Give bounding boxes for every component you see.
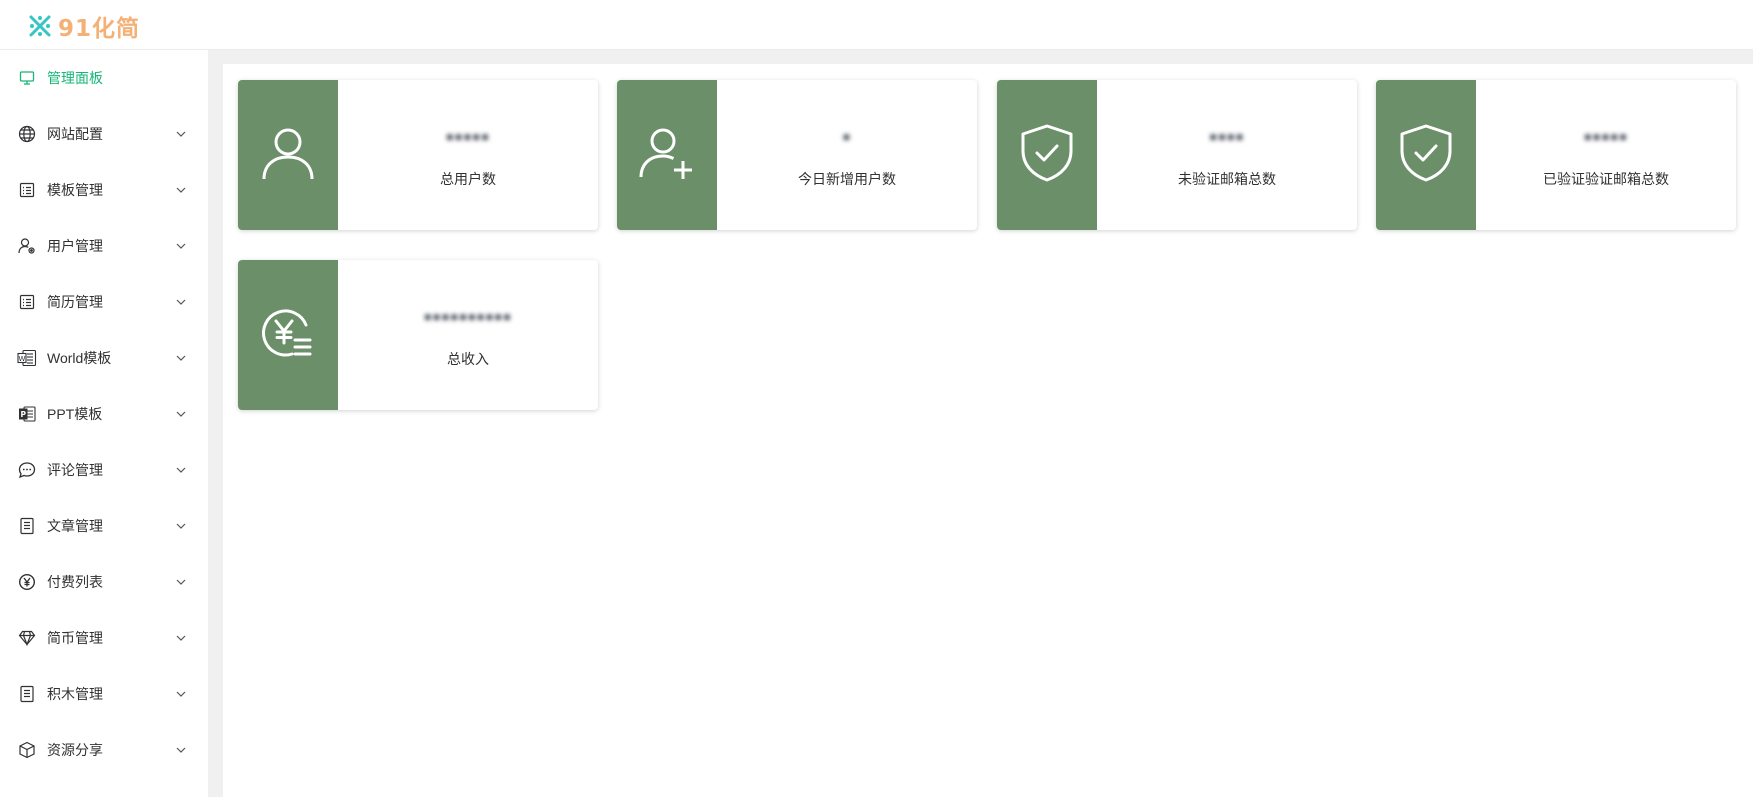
user-add-icon	[639, 125, 695, 186]
sidebar-item-template-manage[interactable]: 模板管理	[0, 168, 208, 212]
chevron-down-icon	[175, 408, 187, 420]
stat-card-total-users[interactable]: ▪▪▪▪▪ 总用户数	[238, 80, 598, 230]
document-icon	[17, 516, 37, 536]
cube-icon	[17, 740, 37, 760]
card-icon-box	[238, 260, 338, 410]
sidebar-item-label: World模板	[47, 350, 112, 366]
shield-check-icon	[1398, 123, 1454, 188]
card-icon-box	[1376, 80, 1476, 230]
stat-label: 今日新增用户数	[798, 171, 896, 187]
stat-value: ▪▪▪▪▪▪▪▪▪▪	[424, 304, 512, 329]
chevron-down-icon	[175, 520, 187, 532]
card-body: ▪ 今日新增用户数	[717, 80, 977, 230]
diamond-icon	[17, 628, 37, 648]
document-icon	[17, 684, 37, 704]
chat-bubble-icon	[17, 460, 37, 480]
sidebar-item-label: PPT模板	[47, 406, 103, 422]
ppt-icon: P	[17, 404, 37, 424]
stat-label: 已验证验证邮箱总数	[1543, 171, 1669, 187]
chevron-down-icon	[175, 464, 187, 476]
sidebar-item-resume-manage[interactable]: 简历管理	[0, 280, 208, 324]
sidebar-item-block-manage[interactable]: 积木管理	[0, 672, 208, 716]
snowflake-cross-icon	[26, 12, 54, 40]
stat-card-verified-email[interactable]: ▪▪▪▪▪ 已验证验证邮箱总数	[1376, 80, 1736, 230]
sidebar-item-label: 网站配置	[47, 126, 103, 142]
user-icon	[260, 125, 316, 186]
stat-card-unverified-email[interactable]: ▪▪▪▪ 未验证邮箱总数	[997, 80, 1357, 230]
sidebar-item-label: 资源分享	[47, 742, 103, 758]
card-body: ▪▪▪▪▪ 已验证验证邮箱总数	[1476, 80, 1736, 230]
sidebar-item-label: 管理面板	[47, 70, 103, 86]
stat-value: ▪▪▪▪	[1209, 124, 1245, 149]
sidebar-item-label: 用户管理	[47, 238, 103, 254]
chevron-down-icon	[175, 576, 187, 588]
top-header: 91化简	[0, 0, 1753, 50]
sidebar-item-ppt-template[interactable]: P PPT模板	[0, 392, 208, 436]
stat-label: 总收入	[447, 351, 489, 367]
list-icon	[17, 180, 37, 200]
card-body: ▪▪▪▪▪ 总用户数	[338, 80, 598, 230]
stat-value: ▪▪▪▪▪	[1584, 124, 1628, 149]
monitor-icon	[17, 68, 37, 88]
sidebar-item-comment-manage[interactable]: 评论管理	[0, 448, 208, 492]
sidebar-item-payment-list[interactable]: 付费列表	[0, 560, 208, 604]
card-body: ▪▪▪▪ 未验证邮箱总数	[1097, 80, 1357, 230]
logo[interactable]: 91化简	[26, 9, 140, 43]
sidebar-item-label: 评论管理	[47, 462, 103, 478]
stat-card-total-income[interactable]: ▪▪▪▪▪▪▪▪▪▪ 总收入	[238, 260, 598, 410]
sidebar-item-label: 简币管理	[47, 630, 103, 646]
user-settings-icon	[17, 236, 37, 256]
sidebar-item-coin-manage[interactable]: 简币管理	[0, 616, 208, 660]
stat-label: 总用户数	[440, 171, 496, 187]
chevron-down-icon	[175, 744, 187, 756]
brand-name: 91化简	[58, 16, 141, 42]
chevron-down-icon	[175, 296, 187, 308]
sidebar-item-site-config[interactable]: 网站配置	[0, 112, 208, 156]
stat-value: ▪	[842, 124, 852, 149]
yen-list-icon	[260, 305, 316, 366]
sidebar-item-label: 积木管理	[47, 686, 103, 702]
card-body: ▪▪▪▪▪▪▪▪▪▪ 总收入	[338, 260, 598, 410]
sidebar-item-label: 模板管理	[47, 182, 103, 198]
chevron-down-icon	[175, 128, 187, 140]
stat-card-new-users-today[interactable]: ▪ 今日新增用户数	[617, 80, 977, 230]
globe-icon	[17, 124, 37, 144]
sidebar-item-resource-share[interactable]: 资源分享	[0, 728, 208, 772]
stat-label: 未验证邮箱总数	[1178, 171, 1276, 187]
chevron-down-icon	[175, 240, 187, 252]
card-icon-box	[617, 80, 717, 230]
sidebar-item-label: 文章管理	[47, 518, 103, 534]
sidebar-item-word-template[interactable]: W World模板	[0, 336, 208, 380]
sidebar-item-article-manage[interactable]: 文章管理	[0, 504, 208, 548]
svg-text:W: W	[19, 355, 26, 363]
shield-check-icon	[1019, 123, 1075, 188]
word-doc-icon: W	[17, 348, 37, 368]
sidebar-item-dashboard[interactable]: 管理面板	[0, 56, 208, 100]
sidebar-item-label: 付费列表	[47, 574, 103, 590]
chevron-down-icon	[175, 688, 187, 700]
svg-text:P: P	[20, 410, 26, 419]
yen-coin-icon	[17, 572, 37, 592]
list-icon	[17, 292, 37, 312]
sidebar-item-label: 简历管理	[47, 294, 103, 310]
card-icon-box	[997, 80, 1097, 230]
sidebar-item-user-manage[interactable]: 用户管理	[0, 224, 208, 268]
card-icon-box	[238, 80, 338, 230]
chevron-down-icon	[175, 632, 187, 644]
chevron-down-icon	[175, 184, 187, 196]
sidebar: 管理面板 网站配置 模板管理 用户管理 简历管理 W World模板 P PPT…	[0, 50, 208, 797]
chevron-down-icon	[175, 352, 187, 364]
stat-value: ▪▪▪▪▪	[446, 124, 490, 149]
